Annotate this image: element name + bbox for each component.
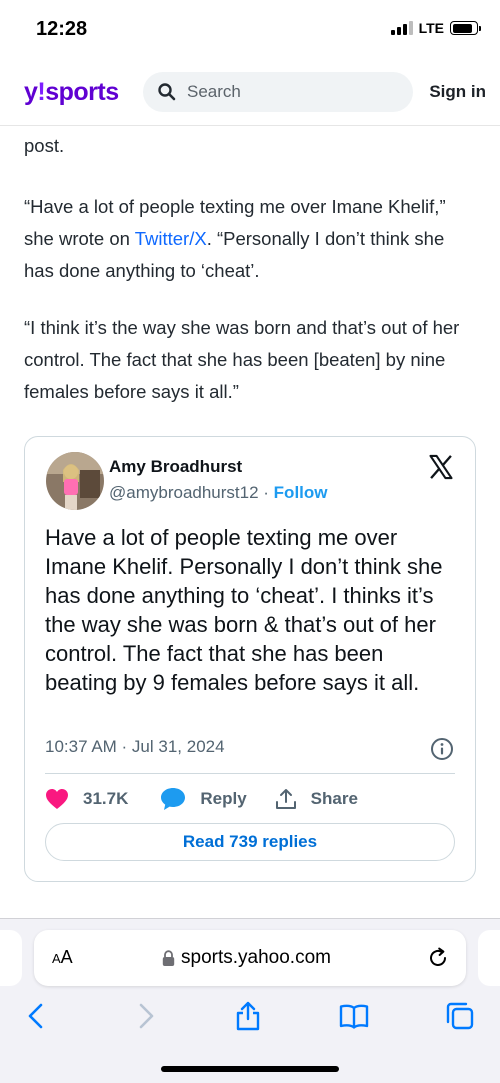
search-icon <box>158 83 176 101</box>
next-tab-preview[interactable] <box>478 930 500 986</box>
forward-icon[interactable] <box>130 1001 160 1031</box>
heart-icon <box>46 789 68 809</box>
status-bar: 12:28 LTE <box>0 0 500 60</box>
site-header: y!sports Search Sign in <box>0 60 500 126</box>
yahoo-sports-logo[interactable]: y!sports <box>24 78 119 107</box>
navigation-toolbar <box>0 999 500 1039</box>
info-icon[interactable] <box>430 737 454 761</box>
url-display[interactable]: sports.yahoo.com <box>162 947 331 969</box>
article-paragraph: “Have a lot of people texting me over Im… <box>24 196 446 281</box>
like-button[interactable]: 31.7K <box>45 788 128 810</box>
share-button[interactable]: Share <box>275 788 358 810</box>
tweet-author-handle: @amybroadhurst12 · Follow <box>109 483 328 502</box>
article-paragraph: post. <box>24 135 65 156</box>
embedded-tweet: Amy Broadhurst @amybroadhurst12 · Follow… <box>24 436 476 882</box>
text-size-button[interactable]: AA <box>52 947 73 968</box>
avatar[interactable] <box>46 452 104 510</box>
read-replies-button[interactable]: Read 739 replies <box>45 823 455 861</box>
tweet-timestamp[interactable]: 10:37 AM · Jul 31, 2024 <box>45 737 225 757</box>
reload-icon[interactable] <box>426 946 450 970</box>
article-paragraph: “I think it’s the way she was born and t… <box>24 317 460 402</box>
follow-button[interactable]: Follow <box>274 483 328 502</box>
search-bar[interactable]: Search <box>143 72 413 112</box>
x-logo-icon[interactable] <box>427 453 455 481</box>
search-placeholder: Search <box>187 82 241 101</box>
tweet-author-name[interactable]: Amy Broadhurst <box>109 457 242 477</box>
lock-icon <box>162 949 175 966</box>
status-time: 12:28 <box>36 18 88 40</box>
share-sheet-icon[interactable] <box>233 1001 263 1031</box>
tweet-actions: 31.7K Reply Share <box>45 787 380 811</box>
status-indicators: LTE <box>390 20 481 36</box>
previous-tab-preview[interactable] <box>0 930 22 986</box>
share-icon <box>275 789 296 809</box>
twitter-link[interactable]: Twitter/X <box>135 228 207 249</box>
url-text: sports.yahoo.com <box>181 947 331 968</box>
reply-bubble-icon <box>161 788 186 810</box>
network-type: LTE <box>418 20 444 36</box>
tweet-text: Have a lot of people texting me over Ima… <box>45 525 443 695</box>
battery-icon <box>450 21 481 35</box>
signal-strength-icon <box>390 21 413 35</box>
bookmarks-icon[interactable] <box>339 1001 369 1031</box>
tabs-icon[interactable] <box>445 1001 475 1031</box>
battery-level <box>452 23 473 33</box>
reply-label: Reply <box>200 789 247 808</box>
browser-toolbar: AA sports.yahoo.com <box>0 918 500 1083</box>
like-count: 31.7K <box>83 789 129 808</box>
share-label: Share <box>310 789 358 808</box>
sign-in-link[interactable]: Sign in <box>429 82 486 102</box>
address-bar[interactable]: AA sports.yahoo.com <box>34 930 466 986</box>
back-icon[interactable] <box>22 1001 52 1031</box>
tweet-divider <box>45 773 455 774</box>
home-indicator[interactable] <box>161 1066 339 1072</box>
reply-button[interactable]: Reply <box>160 787 247 811</box>
